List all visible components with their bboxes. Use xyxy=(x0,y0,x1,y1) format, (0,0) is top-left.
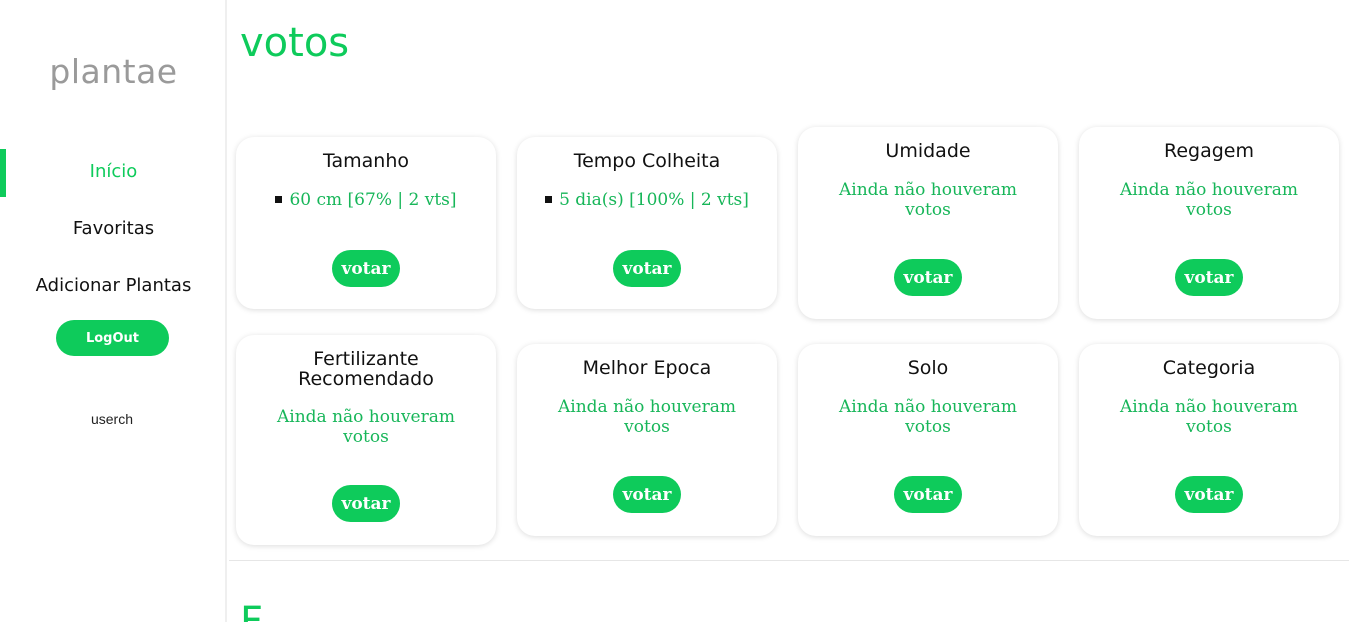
no-votes-line: Ainda não houveram xyxy=(1120,180,1298,200)
no-votes-line: Ainda não houveram xyxy=(1120,397,1298,417)
sidebar: plantae Início Favoritas Adicionar Plant… xyxy=(0,0,227,622)
card-title: Regagem xyxy=(1164,140,1254,162)
vote-button[interactable]: votar xyxy=(894,259,962,296)
vote-card-umidade: Umidade Ainda não houveram votos votar xyxy=(798,127,1058,319)
vote-result-text: 60 cm [67% | 2 vts] xyxy=(289,190,457,210)
vote-card-fertilizante-recomendado: Fertilizante Recomendado Ainda não houve… xyxy=(236,335,496,545)
no-votes-line: votos xyxy=(624,417,670,437)
no-votes-line: votos xyxy=(1186,417,1232,437)
vote-button[interactable]: votar xyxy=(613,250,681,287)
vote-result: 5 dia(s) [100% | 2 vts] xyxy=(517,190,777,210)
vote-card-melhor-epoca: Melhor Epoca Ainda não houveram votos vo… xyxy=(517,344,777,536)
no-votes-message: Ainda não houveram votos xyxy=(798,180,1058,220)
vote-button[interactable]: votar xyxy=(332,485,400,522)
card-title: Fertilizante Recomendado xyxy=(236,349,496,389)
card-title-line: Fertilizante xyxy=(313,348,419,370)
no-votes-line: Ainda não houveram xyxy=(839,397,1017,417)
bullet-icon xyxy=(275,196,283,203)
no-votes-message: Ainda não houveram votos xyxy=(798,397,1058,437)
card-title: Categoria xyxy=(1162,357,1256,379)
card-title: Umidade xyxy=(885,140,971,162)
no-votes-line: votos xyxy=(905,417,951,437)
vote-result-text: 5 dia(s) [100% | 2 vts] xyxy=(559,190,749,210)
vote-card-categoria: Categoria Ainda não houveram votos votar xyxy=(1079,344,1339,536)
vote-button[interactable]: votar xyxy=(894,476,962,513)
nav-item-favoritas[interactable]: Favoritas xyxy=(0,218,227,239)
vote-card-regagem: Regagem Ainda não houveram votos votar xyxy=(1079,127,1339,319)
bullet-icon xyxy=(545,196,553,203)
card-title: Tamanho xyxy=(323,150,409,172)
no-votes-message: Ainda não houveram votos xyxy=(1079,397,1339,437)
no-votes-line: votos xyxy=(1186,200,1232,220)
vote-card-tamanho: Tamanho 60 cm [67% | 2 vts] votar xyxy=(236,137,496,309)
card-title: Melhor Epoca xyxy=(582,357,712,379)
no-votes-message: Ainda não houveram votos xyxy=(1079,180,1339,220)
page-title: votos xyxy=(240,20,350,66)
vote-card-tempo-colheita: Tempo Colheita 5 dia(s) [100% | 2 vts] v… xyxy=(517,137,777,309)
card-title-line: Recomendado xyxy=(298,368,434,390)
vote-result: 60 cm [67% | 2 vts] xyxy=(236,190,496,210)
next-section-heading: F xyxy=(240,599,264,622)
nav-item-adicionar-plantas[interactable]: Adicionar Plantas xyxy=(0,275,227,296)
card-title: Tempo Colheita xyxy=(573,150,721,172)
no-votes-line: Ainda não houveram xyxy=(839,180,1017,200)
vote-card-solo: Solo Ainda não houveram votos votar xyxy=(798,344,1058,536)
app-logo[interactable]: plantae xyxy=(0,52,227,91)
vote-button[interactable]: votar xyxy=(1175,476,1243,513)
vote-button[interactable]: votar xyxy=(1175,259,1243,296)
username-label: userch xyxy=(90,411,134,427)
no-votes-line: votos xyxy=(343,427,389,447)
no-votes-line: Ainda não houveram xyxy=(277,407,455,427)
no-votes-message: Ainda não houveram votos xyxy=(517,397,777,437)
card-title: Solo xyxy=(907,357,949,379)
vote-button[interactable]: votar xyxy=(613,476,681,513)
section-divider xyxy=(229,560,1349,561)
no-votes-line: votos xyxy=(905,200,951,220)
no-votes-message: Ainda não houveram votos xyxy=(236,407,496,447)
vote-button[interactable]: votar xyxy=(332,250,400,287)
no-votes-line: Ainda não houveram xyxy=(558,397,736,417)
nav-item-inicio[interactable]: Início xyxy=(0,161,227,182)
logout-button[interactable]: LogOut xyxy=(56,320,169,356)
